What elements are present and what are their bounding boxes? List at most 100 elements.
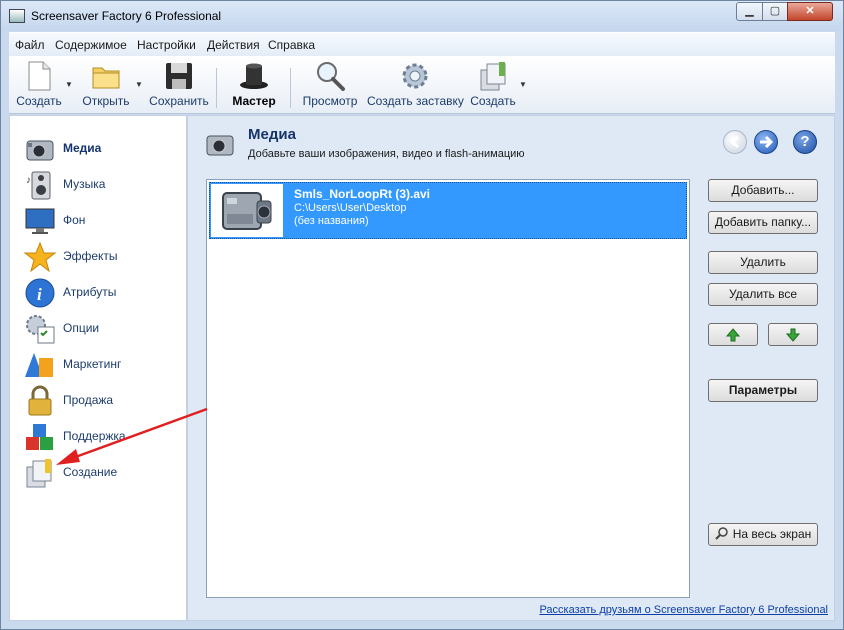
media-path: C:\Users\User\Desktop	[294, 202, 407, 214]
sidebar-item-music[interactable]: ♪ Музыка	[10, 167, 186, 201]
wizard-button[interactable]: Мастер	[225, 56, 283, 114]
build-dropdown-icon[interactable]: ▼	[519, 80, 527, 89]
sidebar-item-label: Медиа	[63, 141, 102, 155]
new-document-icon	[28, 61, 51, 91]
cubes-icon	[26, 424, 53, 450]
menu-content[interactable]: Содержимое	[55, 38, 127, 52]
move-down-button[interactable]	[768, 323, 818, 346]
maximize-button[interactable]: ▢	[762, 2, 788, 21]
gear-checklist-icon	[26, 315, 55, 344]
create-label: Создать	[16, 94, 62, 108]
media-title: (без названия)	[294, 215, 369, 227]
build-label: Создать	[470, 94, 516, 108]
sidebar-item-media[interactable]: Медиа	[10, 131, 186, 165]
floppy-disk-icon	[166, 63, 192, 89]
menu-file[interactable]: Файл	[15, 38, 45, 52]
minimize-button[interactable]: ▁	[736, 2, 763, 21]
camera-icon	[206, 135, 234, 156]
save-label: Сохранить	[149, 94, 209, 108]
app-icon	[9, 9, 25, 23]
folder-icon	[92, 67, 120, 89]
sidebar-item-support[interactable]: Поддержка	[10, 419, 186, 453]
sidebar-item-options[interactable]: Опции	[10, 311, 186, 345]
sidebar-item-attributes[interactable]: i Атрибуты	[10, 275, 186, 309]
arrow-down-icon	[785, 328, 801, 342]
sidebar-item-label: Эффекты	[63, 249, 118, 263]
svg-text:i: i	[37, 285, 42, 304]
camera-icon	[26, 140, 54, 161]
preview-button[interactable]: Просмотр	[299, 56, 361, 114]
sidebar-item-effects[interactable]: Эффекты	[10, 239, 186, 273]
sidebar-item-label: Опции	[63, 321, 100, 335]
create-screensaver-button[interactable]: Создать заставку	[367, 56, 464, 114]
menu-actions[interactable]: Действия	[207, 38, 260, 52]
monitor-icon	[25, 208, 55, 234]
video-camera-icon	[222, 192, 272, 230]
sidebar-item-marketing[interactable]: Маркетинг	[10, 347, 186, 381]
title-bar: Screensaver Factory 6 Professional ▁ ▢ ✕	[1, 1, 843, 31]
menu-bar: Файл Содержимое Настройки Действия Справ…	[9, 32, 835, 56]
toolbar-separator	[290, 68, 291, 108]
magic-hat-icon	[240, 63, 268, 89]
sidebar-item-background[interactable]: Фон	[10, 203, 186, 237]
save-button[interactable]: Сохранить	[147, 56, 211, 114]
sidebar-item-label: Поддержка	[63, 429, 126, 443]
open-button[interactable]: Открыть	[77, 56, 135, 114]
media-thumbnail	[211, 184, 283, 237]
wizard-label: Мастер	[232, 94, 276, 108]
star-icon	[24, 241, 56, 273]
page-title: Медиа	[248, 126, 296, 143]
arrow-up-icon	[725, 328, 741, 342]
toolbar: Создать ▼ Открыть ▼ Сохранить Мастер Про…	[9, 56, 835, 114]
preview-label: Просмотр	[302, 94, 358, 108]
help-button[interactable]: ?	[793, 130, 817, 154]
add-folder-button[interactable]: Добавить папку...	[708, 211, 818, 234]
sidebar-item-label: Фон	[63, 213, 86, 227]
move-up-button[interactable]	[708, 323, 758, 346]
sidebar-item-build[interactable]: Создание	[10, 455, 186, 489]
create-dropdown-icon[interactable]: ▼	[65, 80, 73, 89]
sidebar-item-sales[interactable]: Продажа	[10, 383, 186, 417]
back-button[interactable]	[723, 130, 747, 154]
sidebar-item-label: Создание	[63, 465, 118, 479]
create-screensaver-label: Создать заставку	[367, 94, 464, 108]
add-button[interactable]: Добавить...	[708, 179, 818, 202]
menu-help[interactable]: Справка	[268, 38, 315, 52]
sidebar-item-label: Маркетинг	[63, 357, 122, 371]
media-filename: Smls_NorLoopRt (3).avi	[294, 187, 431, 201]
page-subtitle: Добавьте ваши изображения, видео и flash…	[248, 148, 525, 160]
magnifier-icon	[317, 62, 345, 91]
tell-friends-link[interactable]: Рассказать друзьям о Screensaver Factory…	[539, 604, 828, 616]
fullscreen-label: На весь экран	[732, 527, 812, 541]
close-button[interactable]: ✕	[787, 2, 833, 21]
speaker-icon: ♪	[26, 171, 51, 200]
build-button[interactable]: Создать	[469, 56, 517, 114]
gear-icon	[402, 63, 428, 89]
media-list[interactable]: Smls_NorLoopRt (3).avi C:\Users\User\Des…	[206, 179, 690, 598]
sidebar-item-label: Музыка	[63, 177, 106, 191]
delete-all-button[interactable]: Удалить все	[708, 283, 818, 306]
open-label: Открыть	[82, 94, 130, 108]
parameters-button[interactable]: Параметры	[708, 379, 818, 402]
svg-text:♪: ♪	[26, 175, 31, 186]
arrow-left-icon	[729, 135, 739, 149]
toolbar-separator	[216, 68, 217, 108]
sidebar-item-label: Атрибуты	[63, 285, 117, 299]
window-title: Screensaver Factory 6 Professional	[31, 9, 222, 23]
info-icon: i	[25, 278, 55, 308]
app-window: Screensaver Factory 6 Professional ▁ ▢ ✕…	[0, 0, 844, 630]
arrow-right-icon	[760, 135, 774, 149]
create-button[interactable]: Создать	[11, 56, 67, 114]
fullscreen-button[interactable]: На весь экран	[708, 523, 818, 546]
menu-settings[interactable]: Настройки	[137, 38, 196, 52]
main-panel: Медиа Добавьте ваши изображения, видео и…	[187, 115, 835, 621]
delete-button[interactable]: Удалить	[708, 251, 818, 274]
forward-button[interactable]	[754, 130, 778, 154]
magnifier-icon	[715, 527, 728, 540]
build-icon	[480, 62, 506, 91]
sidebar: Медиа ♪ Музыка Фон Эффекты i Атрибуты Оп…	[9, 115, 187, 621]
open-dropdown-icon[interactable]: ▼	[135, 80, 143, 89]
list-item[interactable]: Smls_NorLoopRt (3).avi C:\Users\User\Des…	[209, 182, 687, 239]
shapes-icon	[25, 353, 53, 377]
padlock-icon	[28, 385, 52, 416]
